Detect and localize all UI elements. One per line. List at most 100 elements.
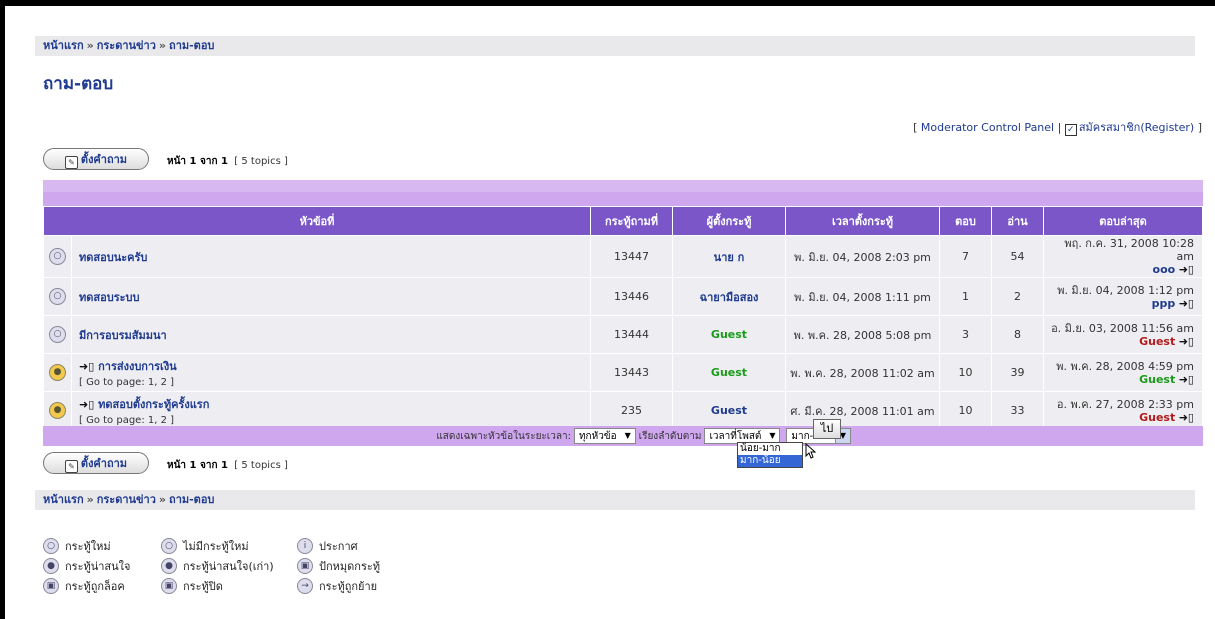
topic-icon: ○	[49, 248, 66, 265]
breadcrumb-home[interactable]: หน้าแรก	[43, 39, 84, 52]
table-row: ● ➜▯ ทดสอบตั้งกระทู้ครั้งแรก [ Go to page:…	[44, 392, 1202, 429]
topic-author[interactable]: นาย ก	[673, 236, 785, 277]
goto-pages[interactable]: [ Go to page: 1, 2 ]	[73, 415, 174, 426]
last-post-user[interactable]: ppp	[1152, 297, 1176, 310]
legend-row: ● กระทู้น่าสนใจ ● กระทู้น่าสนใจ(เก่า) ▣ ปักหม…	[43, 556, 417, 576]
last-post-user[interactable]: Guest	[1139, 411, 1175, 424]
col-last-post[interactable]: ตอบล่าสุด	[1044, 207, 1202, 235]
legend-item: ● กระทู้น่าสนใจ(เก่า)	[161, 557, 297, 575]
col-time[interactable]: เวลาตั้งกระทู้	[786, 207, 939, 235]
register-link[interactable]: สมัครสมาชิก(Register)	[1079, 121, 1194, 134]
last-post-arrow-icon[interactable]: ➜▯	[1179, 297, 1194, 310]
col-author[interactable]: ผู้ตั้งกระทู้	[673, 207, 785, 235]
legend-label: กระทู้น่าสนใจ	[65, 560, 131, 573]
topic-status-cell: ○	[44, 278, 71, 315]
legend-item: ○ ไม่มีกระทู้ใหม่	[161, 537, 297, 555]
breadcrumb-sep: »	[86, 39, 94, 52]
option-asc[interactable]: น้อย-มาก	[738, 443, 802, 455]
last-post-arrow-icon[interactable]: ➜▯	[1179, 411, 1194, 424]
period-select[interactable]: ทุกหัวข้อ ▼	[573, 428, 636, 444]
legend-label: ปักหมุดกระทู้	[319, 560, 381, 573]
last-post-user[interactable]: Guest	[1139, 335, 1175, 348]
col-views[interactable]: อ่าน	[992, 207, 1043, 235]
breadcrumb-board[interactable]: กระดานข่าว	[97, 39, 156, 52]
new-topic-label: ตั้งคำถาม	[80, 153, 128, 166]
topic-title-cell: ➜▯ ทดสอบตั้งกระทู้ครั้งแรก [ Go to page: …	[72, 392, 590, 429]
topic-title[interactable]: ทดสอบระบบ	[79, 291, 139, 304]
legend-icon: i	[297, 538, 313, 554]
breadcrumb-sep: »	[86, 493, 94, 506]
bracket-close: ]	[1197, 121, 1202, 134]
topic-views: 2	[992, 278, 1043, 315]
legend-label: ไม่มีกระทู้ใหม่	[183, 540, 249, 553]
topic-count: [ 5 topics ]	[234, 460, 288, 471]
direction-dropdown: น้อย-มาก มาก-น้อย	[737, 442, 803, 468]
new-topic-button[interactable]: ✎ ตั้งคำถาม	[43, 148, 149, 170]
new-topic-label: ตั้งคำถาม	[80, 457, 128, 470]
last-post-arrow-icon[interactable]: ➜▯	[1179, 263, 1194, 276]
breadcrumb-sep: »	[158, 493, 167, 506]
legend-label: ประกาศ	[319, 540, 358, 553]
table-header-band	[43, 180, 1203, 192]
breadcrumb-forum[interactable]: ถาม-ตอบ	[169, 39, 214, 52]
topic-replies: 7	[940, 236, 991, 277]
last-post-arrow-icon[interactable]: ➜▯	[1179, 335, 1194, 348]
legend-item: → กระทู้ถูกย้าย	[297, 577, 417, 595]
last-post-arrow-icon[interactable]: ➜▯	[1179, 373, 1194, 386]
topic-title-cell: ทดสอบระบบ	[72, 278, 590, 315]
breadcrumb-forum[interactable]: ถาม-ตอบ	[169, 493, 214, 506]
topic-title[interactable]: มีการอบรมสัมมนา	[79, 329, 167, 342]
breadcrumb-board[interactable]: กระดานข่าว	[97, 493, 156, 506]
topic-time: ศ. มี.ค. 28, 2008 11:01 am	[786, 392, 939, 429]
moderator-link[interactable]: Moderator Control Panel	[921, 121, 1054, 134]
topic-title-link[interactable]: มีการอบรมสัมมนา	[73, 329, 167, 342]
go-button[interactable]: ไป	[813, 419, 841, 439]
legend-item: i ประกาศ	[297, 537, 417, 555]
option-desc[interactable]: มาก-น้อย	[738, 455, 802, 467]
new-post-arrow-icon[interactable]: ➜▯	[79, 398, 94, 411]
topic-id: 13444	[591, 316, 672, 353]
table-header-band	[43, 192, 1203, 206]
top-links: [ Moderator Control Panel | ✓ สมัครสมาชิก…	[913, 118, 1202, 136]
last-post-time: อ. พ.ค. 27, 2008 2:33 pm	[1056, 397, 1194, 411]
topics-table: หัวข้อที่ กระทู้ถามที่ ผู้ตั้งกระทู้ เวล…	[43, 206, 1203, 430]
bracket-open: [	[913, 121, 918, 134]
mouse-cursor-icon	[805, 443, 817, 459]
topic-status-cell: ●	[44, 392, 71, 429]
topic-title[interactable]: ทดสอบตั้งกระทู้ครั้งแรก	[98, 398, 209, 411]
topic-time: พ. พ.ค. 28, 2008 5:08 pm	[786, 316, 939, 353]
last-post-user[interactable]: ooo	[1153, 263, 1176, 276]
topic-views: 8	[992, 316, 1043, 353]
new-topic-button-bottom[interactable]: ✎ ตั้งคำถาม	[43, 452, 149, 474]
topic-views: 33	[992, 392, 1043, 429]
last-post-cell: พ. พ.ค. 28, 2008 4:59 pm Guest ➜▯	[1044, 354, 1202, 391]
topic-title-link[interactable]: ➜▯ การส่งงบการเงิน	[73, 360, 177, 373]
checkbox-icon: ✓	[1064, 124, 1077, 136]
topic-replies: 3	[940, 316, 991, 353]
topic-icon: ○	[49, 326, 66, 343]
topic-title-link[interactable]: ทดสอบระบบ	[73, 291, 139, 304]
col-id[interactable]: กระทู้ถามที่	[591, 207, 672, 235]
topic-author[interactable]: ฉายามือสอง	[673, 278, 785, 315]
topic-author[interactable]: Guest	[673, 354, 785, 391]
topic-title[interactable]: การส่งงบการเงิน	[98, 360, 177, 373]
col-topic[interactable]: หัวข้อที่	[44, 207, 590, 235]
legend-label: กระทู้น่าสนใจ(เก่า)	[183, 560, 274, 573]
goto-pages[interactable]: [ Go to page: 1, 2 ]	[73, 377, 174, 388]
breadcrumb-home[interactable]: หน้าแรก	[43, 493, 84, 506]
topic-title-link[interactable]: ➜▯ ทดสอบตั้งกระทู้ครั้งแรก	[73, 398, 209, 411]
last-post-time: อ. มิ.ย. 03, 2008 11:56 am	[1051, 321, 1194, 335]
breadcrumb: หน้าแรก» กระดานข่าว» ถาม-ตอบ	[35, 36, 1195, 56]
topic-title-link[interactable]: ทดสอบนะครับ	[73, 251, 147, 264]
last-post-user[interactable]: Guest	[1139, 373, 1175, 386]
topic-views: 54	[992, 236, 1043, 277]
page-title: ถาม-ตอบ	[43, 74, 114, 94]
topic-author[interactable]: Guest	[673, 316, 785, 353]
topic-replies: 10	[940, 392, 991, 429]
legend-label: กระทู้ปิด	[183, 580, 223, 593]
new-post-arrow-icon[interactable]: ➜▯	[79, 360, 94, 373]
topic-title[interactable]: ทดสอบนะครับ	[79, 251, 147, 264]
legend-icon: ▣	[43, 578, 59, 594]
col-replies[interactable]: ตอบ	[940, 207, 991, 235]
topic-author[interactable]: Guest	[673, 392, 785, 429]
